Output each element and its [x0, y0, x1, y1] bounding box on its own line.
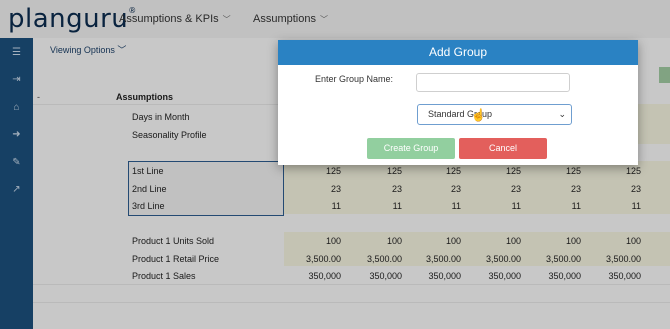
add-group-dialog: Add Group Enter Group Name: Standard Gro…	[278, 40, 638, 165]
create-group-button[interactable]: Create Group	[367, 138, 455, 159]
pointer-cursor-icon: ☝	[471, 108, 486, 122]
dialog-title: Add Group	[278, 40, 638, 65]
group-type-select[interactable]: Standard Group ⌄	[417, 104, 572, 125]
group-name-input[interactable]	[416, 73, 570, 92]
chevron-down-icon: ⌄	[558, 109, 566, 119]
group-name-label: Enter Group Name:	[315, 74, 394, 84]
cancel-button[interactable]: Cancel	[459, 138, 547, 159]
